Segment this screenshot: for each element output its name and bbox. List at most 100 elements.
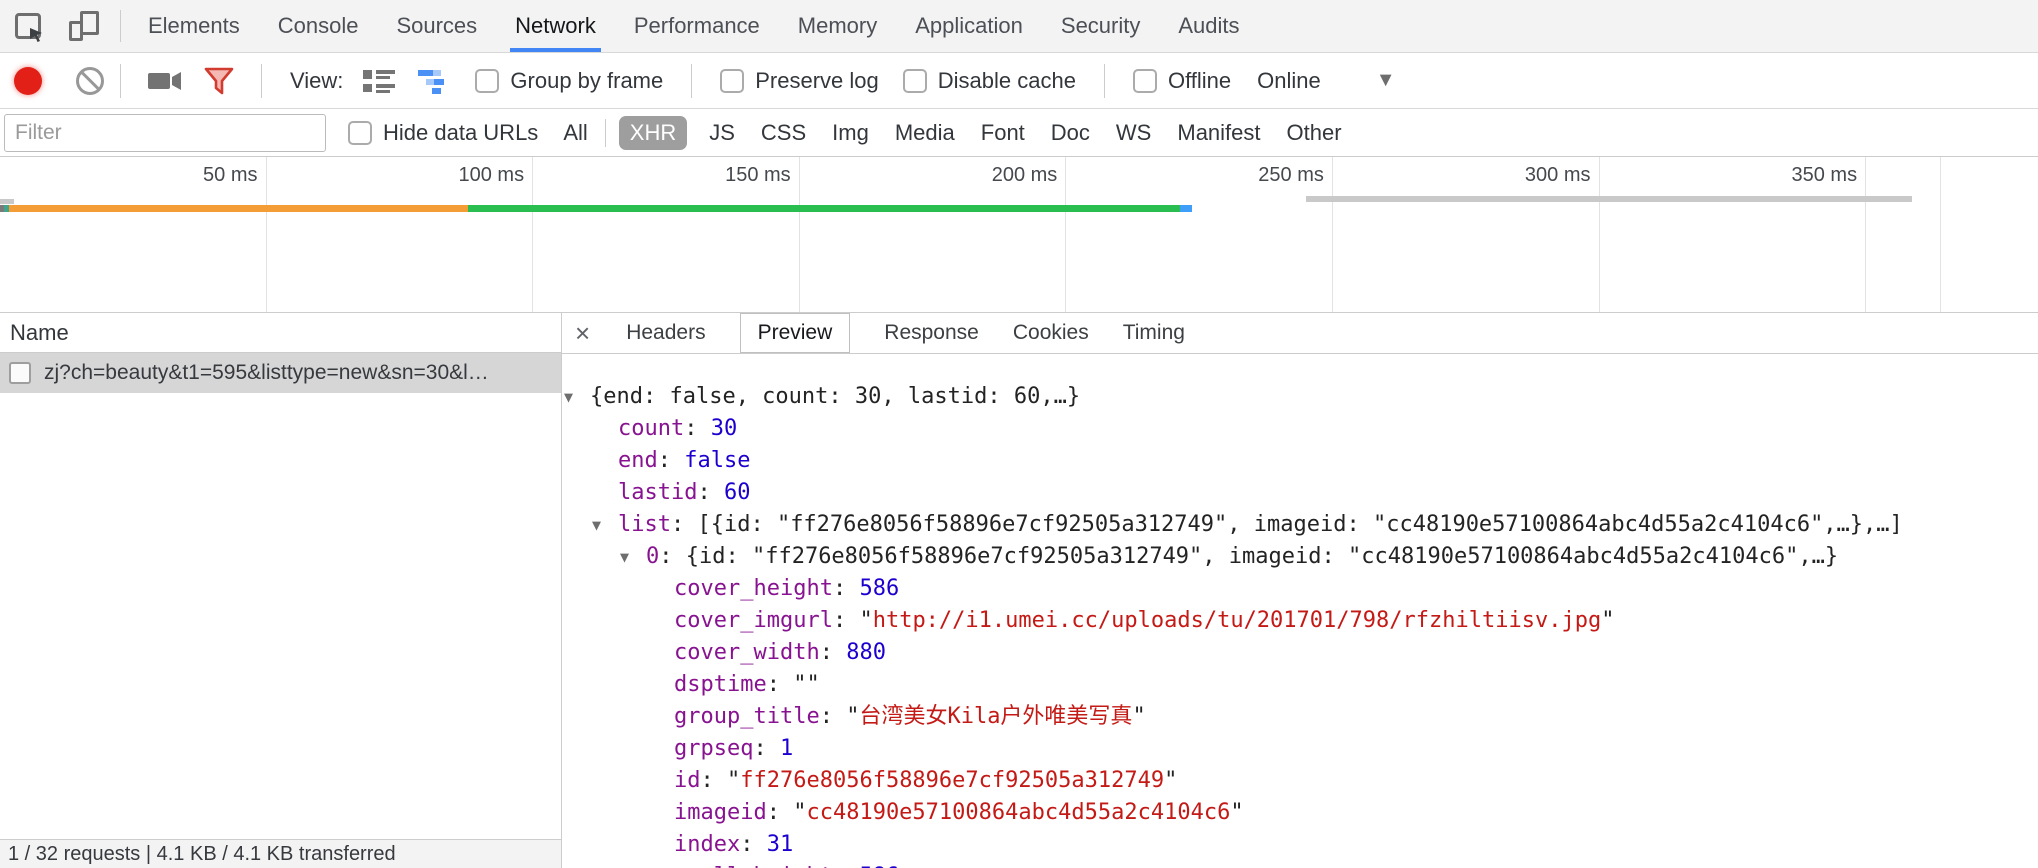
json-segment-key: dsptime <box>674 672 767 697</box>
json-segment-key: lastid <box>618 480 697 505</box>
throttling-dropdown[interactable]: Online ▼ <box>1257 68 1395 94</box>
json-tree-line[interactable]: cover_imgurl: "http://i1.umei.cc/uploads… <box>562 605 2038 637</box>
json-segment-key: 0 <box>646 544 659 569</box>
json-tree-line[interactable]: cover_width: 880 <box>562 637 2038 669</box>
tab-application[interactable]: Application <box>910 0 1028 52</box>
filter-input[interactable] <box>4 114 326 152</box>
detail-tab-headers[interactable]: Headers <box>626 321 705 345</box>
inspect-element-button[interactable] <box>0 0 56 52</box>
timeline-tick-label: 300 ms <box>1451 164 1591 187</box>
json-segment-key: cover_width <box>674 640 820 665</box>
json-tree-line[interactable]: cover_height: 586 <box>562 573 2038 605</box>
json-segment-key: id <box>674 768 701 793</box>
devtools-window: Elements Console Sources Network Perform… <box>0 0 2038 868</box>
json-segment-plain: {end: false, count: 30, lastid: 60,…} <box>590 384 1080 409</box>
tab-console[interactable]: Console <box>273 0 364 52</box>
timeline-tick-label: 250 ms <box>1184 164 1324 187</box>
tab-memory[interactable]: Memory <box>793 0 882 52</box>
disable-cache-checkbox[interactable]: Disable cache <box>903 68 1076 94</box>
json-tree-line[interactable]: lastid: 60 <box>562 477 2038 509</box>
json-segment-str: cc48190e57100864abc4d55a2c4104c6 <box>806 800 1230 825</box>
name-column-header[interactable]: Name <box>0 313 561 353</box>
detail-tab-preview[interactable]: Preview <box>740 313 851 353</box>
large-rows-toggle-button[interactable] <box>361 67 397 95</box>
json-segment-key: small_height <box>674 864 833 868</box>
filter-type-font[interactable]: Font <box>981 120 1025 146</box>
json-segment-plain: " <box>1132 704 1145 729</box>
json-tree-line[interactable]: imageid: "cc48190e57100864abc4d55a2c4104… <box>562 797 2038 829</box>
filter-type-all[interactable]: All <box>563 120 587 146</box>
toolbar-divider <box>261 64 262 98</box>
json-segment-plain: : <box>833 864 860 868</box>
checkbox-box[interactable] <box>475 69 499 93</box>
checkbox-box[interactable] <box>720 69 744 93</box>
json-tree-line[interactable]: id: "ff276e8056f58896e7cf92505a312749" <box>562 765 2038 797</box>
expand-triangle-icon[interactable]: ▼ <box>592 509 618 541</box>
json-tree-line[interactable]: count: 30 <box>562 413 2038 445</box>
network-overview-timeline[interactable]: 50 ms100 ms150 ms200 ms250 ms300 ms350 m… <box>0 157 2038 313</box>
devtools-tabbar: Elements Console Sources Network Perform… <box>0 0 2038 53</box>
clear-button[interactable] <box>76 67 104 95</box>
json-tree-line[interactable]: dsptime: "" <box>562 669 2038 701</box>
json-segment-str: ff276e8056f58896e7cf92505a312749 <box>740 768 1164 793</box>
list-view-icon <box>361 67 397 95</box>
toggle-device-toolbar-button[interactable] <box>56 0 112 52</box>
tab-security[interactable]: Security <box>1056 0 1145 52</box>
json-tree-line[interactable]: small_height: 586 <box>562 861 2038 868</box>
filter-type-css[interactable]: CSS <box>761 120 806 146</box>
filter-type-other[interactable]: Other <box>1287 120 1342 146</box>
tab-performance[interactable]: Performance <box>629 0 765 52</box>
json-tree-line[interactable]: end: false <box>562 445 2038 477</box>
detail-tab-cookies[interactable]: Cookies <box>1013 321 1089 345</box>
group-by-frame-checkbox[interactable]: Group by frame <box>475 68 663 94</box>
timeline-tick-label: 100 ms <box>384 164 524 187</box>
filter-type-xhr[interactable]: XHR <box>619 116 687 150</box>
checkbox-box[interactable] <box>348 121 372 145</box>
tab-sources[interactable]: Sources <box>391 0 482 52</box>
json-tree-line[interactable]: ▼0: {id: "ff276e8056f58896e7cf92505a3127… <box>562 541 2038 573</box>
json-segment-plain: : "" <box>767 672 820 697</box>
waterfall-toggle-button[interactable] <box>417 67 453 95</box>
json-segment-key: count <box>618 416 684 441</box>
json-tree-line[interactable]: ▼{end: false, count: 30, lastid: 60,…} <box>562 381 2038 413</box>
network-toolbar: View: Group by frame <box>0 53 2038 109</box>
expand-triangle-icon[interactable]: ▼ <box>620 541 646 573</box>
detail-tab-timing[interactable]: Timing <box>1123 321 1185 345</box>
record-button[interactable] <box>14 67 42 95</box>
json-tree: ▼{end: false, count: 30, lastid: 60,…}co… <box>562 354 2038 868</box>
request-row-selected[interactable]: zj?ch=beauty&t1=595&listtype=new&sn=30&l… <box>0 353 561 393</box>
json-segment-str: http://i1.umei.cc/uploads/tu/201701/798/… <box>873 608 1601 633</box>
tab-network[interactable]: Network <box>510 0 601 52</box>
json-segment-plain: " <box>1601 608 1614 633</box>
detail-tab-response[interactable]: Response <box>884 321 979 345</box>
expand-triangle-icon[interactable]: ▼ <box>564 381 590 413</box>
timeline-gridline <box>266 157 267 312</box>
checkbox-box[interactable] <box>1133 69 1157 93</box>
filter-type-media[interactable]: Media <box>895 120 955 146</box>
filter-type-img[interactable]: Img <box>832 120 869 146</box>
json-segment-plain: : {id: "ff276e8056f58896e7cf92505a312749… <box>659 544 1838 569</box>
filter-toggle-button[interactable] <box>203 66 235 96</box>
network-filterbar: Hide data URLs All XHR JS CSS Img Media … <box>0 109 2038 157</box>
checkbox-box[interactable] <box>903 69 927 93</box>
json-tree-line[interactable]: index: 31 <box>562 829 2038 861</box>
filter-type-js[interactable]: JS <box>709 120 735 146</box>
close-icon[interactable]: × <box>575 320 590 346</box>
screenshot-capture-button[interactable] <box>147 70 183 92</box>
json-tree-line[interactable]: group_title: "台湾美女Kila户外唯美写真" <box>562 701 2038 733</box>
preserve-log-checkbox[interactable]: Preserve log <box>720 68 879 94</box>
tab-audits[interactable]: Audits <box>1173 0 1244 52</box>
request-segment-content <box>468 205 1180 212</box>
json-tree-line[interactable]: ▼list: [{id: "ff276e8056f58896e7cf92505a… <box>562 509 2038 541</box>
json-tree-line[interactable]: grpseq: 1 <box>562 733 2038 765</box>
json-segment-num: 30 <box>711 416 738 441</box>
offline-checkbox[interactable]: Offline <box>1133 68 1231 94</box>
tab-elements[interactable]: Elements <box>143 0 245 52</box>
request-segment-waiting <box>9 205 468 212</box>
filter-type-ws[interactable]: WS <box>1116 120 1151 146</box>
request-checkbox[interactable] <box>9 362 31 384</box>
filter-type-doc[interactable]: Doc <box>1051 120 1090 146</box>
filter-type-manifest[interactable]: Manifest <box>1177 120 1260 146</box>
json-segment-plain: : <box>820 640 847 665</box>
hide-data-urls-checkbox[interactable]: Hide data URLs <box>348 120 538 146</box>
